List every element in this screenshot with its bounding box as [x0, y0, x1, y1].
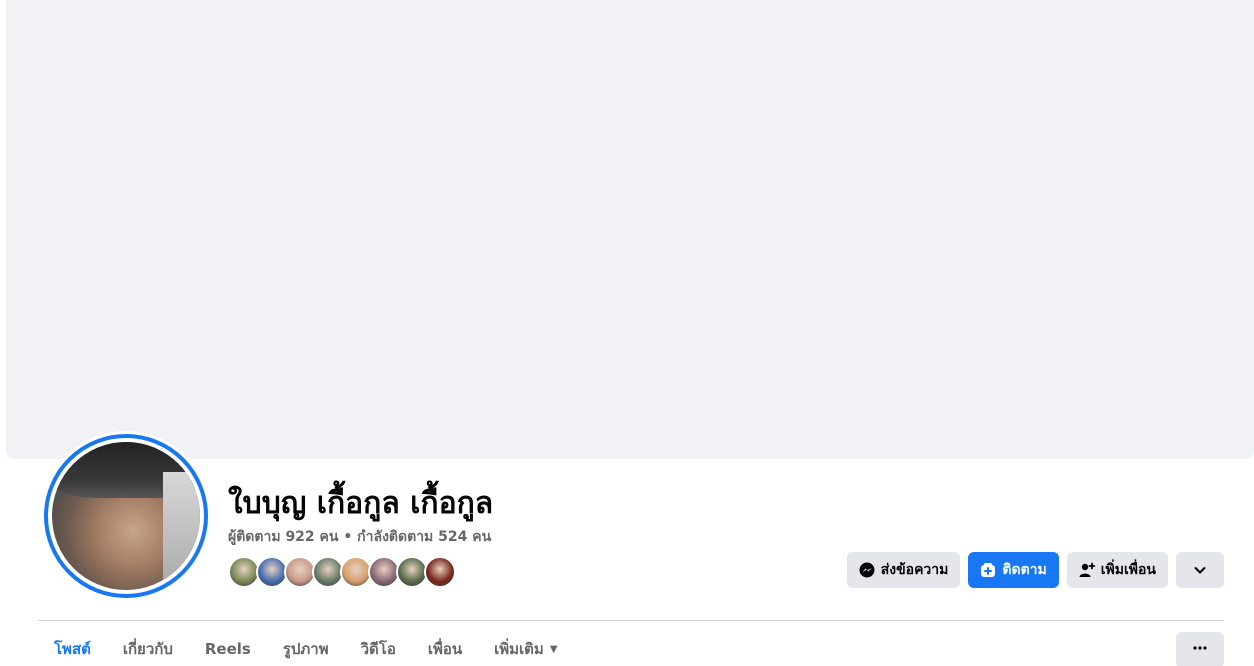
more-actions-button[interactable] [1176, 552, 1224, 588]
cover-photo[interactable] [6, 0, 1254, 459]
add-friend-button-label: เพิ่มเพื่อน [1100, 562, 1156, 578]
story-ring [44, 434, 208, 598]
chevron-down-icon [1192, 562, 1208, 578]
profile-tabs: โพสต์ เกี่ยวกับ Reels รูปภาพ วิดีโอ เพื่… [38, 632, 574, 666]
follow-button-label: ติดตาม [1002, 562, 1047, 578]
add-friend-button[interactable]: เพิ่มเพื่อน [1066, 552, 1168, 588]
tab-photos[interactable]: รูปภาพ [267, 632, 345, 666]
follow-button[interactable]: ติดตาม [968, 552, 1059, 588]
tab-posts[interactable]: โพสต์ [38, 632, 107, 666]
profile-name: ใบบุญ เกื้อกูล เกื้อกูล [228, 486, 494, 521]
profile-avatar[interactable] [41, 431, 211, 601]
message-button[interactable]: ส่งข้อความ [846, 552, 961, 588]
avatar-image [52, 442, 200, 590]
tab-more-label: เพิ่มเติม [494, 640, 544, 658]
tabs-divider [38, 620, 1224, 621]
tab-reels[interactable]: Reels [189, 632, 267, 666]
tab-more[interactable]: เพิ่มเติม ▼ [478, 632, 573, 666]
tabs-more-button[interactable] [1176, 632, 1224, 666]
tab-about[interactable]: เกี่ยวกับ [107, 632, 189, 666]
add-friend-icon [1079, 562, 1095, 578]
profile-page: ใบบุญ เกื้อกูล เกื้อกูล ผู้ติดตาม 922 คน… [0, 0, 1254, 666]
follow-stats[interactable]: ผู้ติดตาม 922 คน • กำลังติดตาม 524 คน [228, 526, 491, 548]
caret-down-icon: ▼ [549, 643, 558, 655]
profile-actions: ส่งข้อความ ติดตาม เพิ่มเพื่อน [846, 552, 1224, 588]
mutual-friends [228, 556, 456, 588]
messenger-icon [859, 562, 875, 578]
tab-friends[interactable]: เพื่อน [412, 632, 478, 666]
message-button-label: ส่งข้อความ [880, 562, 949, 578]
follow-icon [980, 562, 996, 578]
ellipsis-icon [1192, 640, 1208, 660]
friend-avatar[interactable] [424, 556, 456, 588]
avatar-window-shape [163, 471, 200, 590]
tab-videos[interactable]: วิดีโอ [345, 632, 412, 666]
